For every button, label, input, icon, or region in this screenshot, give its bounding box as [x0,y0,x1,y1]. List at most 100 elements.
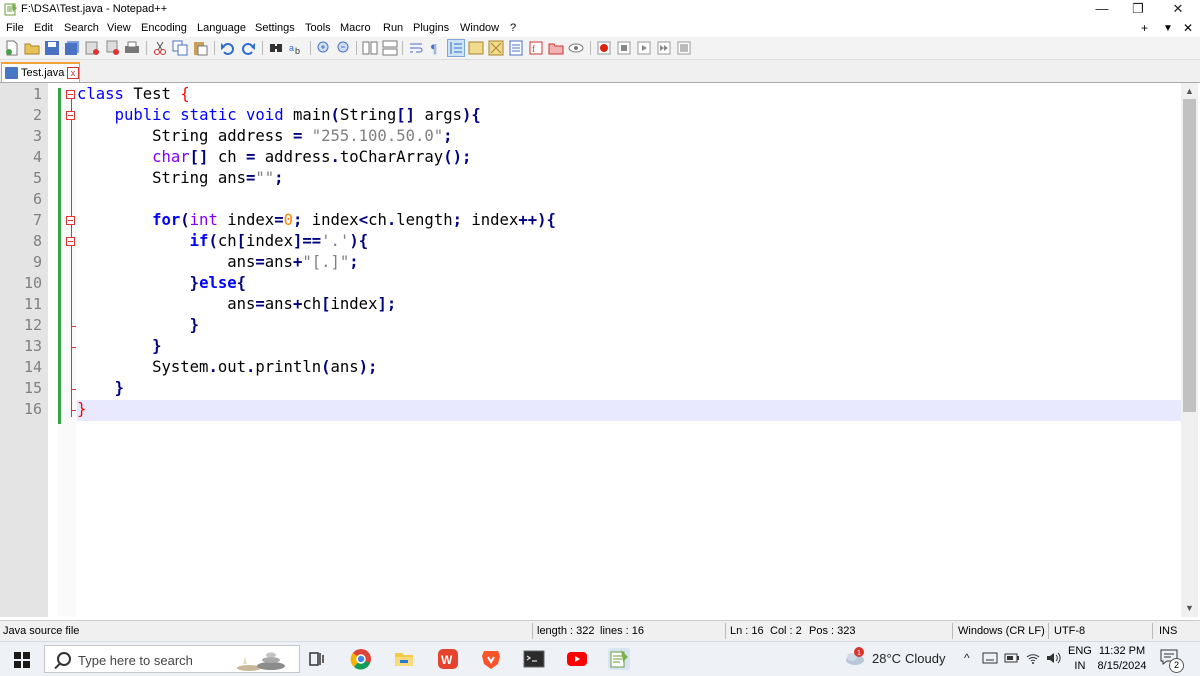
file-explorer-icon[interactable] [393,648,415,670]
chrome-icon[interactable] [350,648,372,670]
sync-horizontal-icon[interactable] [382,40,398,56]
line-number: 11 [23,295,42,313]
status-separator [1152,623,1153,639]
new-tab-plus-button[interactable]: + [1141,21,1148,35]
menu-view[interactable]: View [107,22,131,34]
youtube-icon[interactable] [566,648,588,670]
open-file-icon[interactable] [24,40,40,56]
editor-area[interactable]: 1 2 3 4 5 6 7 8 9 10 11 12 13 14 15 16 c… [0,83,1200,617]
minimize-button[interactable]: — [1082,0,1122,19]
taskbar-search-box[interactable]: Type here to search [44,645,300,673]
weather-condition[interactable]: Cloudy [905,651,945,666]
wps-office-icon[interactable]: W [437,648,459,670]
folder-as-workspace-icon[interactable] [548,40,564,56]
input-language-indicator[interactable]: ENG IN [1068,644,1092,674]
code-line-10: }else{ [189,274,247,292]
document-list-icon[interactable] [508,40,524,56]
fold-toggle-for[interactable] [66,216,75,225]
menu-encoding[interactable]: Encoding [141,22,187,34]
menu-edit[interactable]: Edit [34,22,53,34]
menu-plugins[interactable]: Plugins [413,22,449,34]
status-insert-mode[interactable]: INS [1159,625,1177,637]
menu-language[interactable]: Language [197,22,246,34]
menu-macro[interactable]: Macro [340,22,371,34]
stop-macro-icon[interactable] [616,40,632,56]
tab-list-dropdown[interactable]: ▼ [1163,23,1173,34]
status-eol[interactable]: Windows (CR LF) [958,625,1045,637]
current-line-highlight [77,400,1181,421]
scroll-down-arrow-icon[interactable]: ▼ [1181,603,1198,613]
menu-tools[interactable]: Tools [305,22,331,34]
status-lines: lines : 16 [600,625,645,637]
status-encoding[interactable]: UTF-8 [1054,625,1085,637]
tab-label: Test.java [21,67,65,79]
word-wrap-icon[interactable] [408,40,424,56]
scrollbar-thumb[interactable] [1183,99,1196,412]
fold-toggle-if[interactable] [66,237,75,246]
line-number: 1 [32,85,42,103]
menu-help[interactable]: ? [510,22,516,34]
menu-search[interactable]: Search [64,22,99,34]
user-language-icon[interactable] [468,40,484,56]
show-all-characters-icon[interactable]: ¶ [428,40,444,56]
status-bar: Java source file length : 322 lines : 16… [0,620,1200,642]
save-all-icon[interactable] [64,40,80,56]
line-number: 9 [32,253,42,271]
tab-test-java[interactable]: Test.java x [1,62,80,82]
windows-start-icon[interactable] [14,652,30,668]
menu-file[interactable]: File [6,22,24,34]
undo-icon[interactable] [220,40,236,56]
function-list-icon[interactable]: f [528,40,544,56]
brave-browser-icon[interactable] [480,648,502,670]
wifi-icon[interactable] [1025,651,1041,665]
scroll-up-arrow-icon[interactable]: ▲ [1181,86,1198,96]
fold-toggle-main[interactable] [66,111,75,120]
copy-icon[interactable] [172,40,188,56]
redo-icon[interactable] [240,40,256,56]
close-document-button[interactable]: ✕ [1183,21,1193,35]
weather-cloudy-icon[interactable]: 1 [843,646,865,668]
terminal-icon[interactable] [523,648,545,670]
run-macro-multiple-icon[interactable] [656,40,672,56]
save-macro-icon[interactable] [676,40,692,56]
zoom-out-icon[interactable] [336,40,352,56]
tab-close-icon[interactable]: x [67,67,79,79]
weather-temperature[interactable]: 28°C [872,651,901,666]
notepad-plus-plus-taskbar-icon[interactable] [608,648,630,670]
restore-button[interactable]: ❐ [1118,0,1158,19]
new-file-icon[interactable] [4,40,20,56]
volume-icon[interactable] [1045,651,1061,665]
system-clock[interactable]: 11:32 PM 8/15/2024 [1094,644,1150,674]
indent-guide-icon[interactable] [447,39,465,57]
close-all-icon[interactable] [104,40,120,56]
document-map-icon[interactable] [488,40,504,56]
status-separator [532,623,533,639]
onscreen-keyboard-icon[interactable] [982,650,998,666]
notification-center-icon[interactable]: 2 [1160,649,1184,673]
code-text-area[interactable]: class Test { public static void main(Str… [77,83,1181,617]
record-macro-icon[interactable] [596,40,612,56]
toolbar-separator [214,41,215,55]
close-file-icon[interactable] [84,40,100,56]
menu-window[interactable]: Window [460,22,499,34]
battery-icon[interactable] [1004,651,1020,665]
paste-icon[interactable] [192,40,208,56]
replace-icon[interactable]: ab [288,40,304,56]
play-macro-icon[interactable] [636,40,652,56]
vertical-scrollbar[interactable]: ▲ ▼ [1181,83,1198,617]
menu-settings[interactable]: Settings [255,22,295,34]
show-hidden-icons-chevron-icon[interactable]: ^ [964,651,970,665]
find-icon[interactable] [268,40,284,56]
close-window-button[interactable]: ✕ [1158,0,1198,19]
monitoring-eye-icon[interactable] [568,40,584,56]
line-number-gutter: 1 2 3 4 5 6 7 8 9 10 11 12 13 14 15 16 [0,83,48,617]
save-icon[interactable] [44,40,60,56]
fold-toggle-class[interactable] [66,90,75,99]
menu-run[interactable]: Run [383,22,403,34]
cut-icon[interactable] [152,40,168,56]
zoom-in-icon[interactable] [316,40,332,56]
task-view-icon[interactable] [305,648,327,670]
print-icon[interactable] [124,40,140,56]
sync-vertical-icon[interactable] [362,40,378,56]
